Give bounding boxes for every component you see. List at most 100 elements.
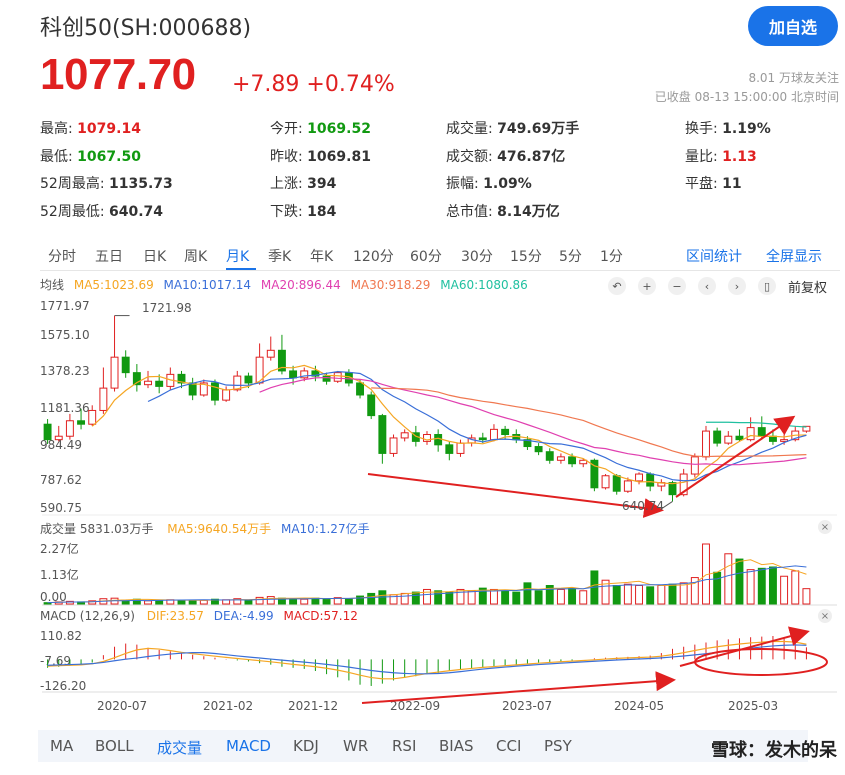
- candle-body: [534, 446, 543, 453]
- candle-body: [768, 435, 777, 442]
- volume-bar: [768, 566, 777, 605]
- candle-body: [623, 480, 632, 492]
- indicator-bar: [38, 730, 808, 762]
- volume-bar: [579, 590, 588, 605]
- candle-body: [489, 428, 498, 441]
- candle-body: [244, 375, 253, 384]
- volume-bar: [623, 583, 632, 605]
- volume-bar: [757, 567, 766, 605]
- volume-bar: [724, 553, 733, 605]
- candle-body: [690, 456, 699, 475]
- candle-body: [434, 434, 443, 446]
- candle-body: [289, 370, 298, 379]
- low-annotation: 640.74: [622, 499, 664, 513]
- candle-body: [556, 456, 565, 461]
- volume-bar: [489, 588, 498, 605]
- volume-bar: [556, 588, 565, 605]
- volume-bar: [791, 570, 800, 605]
- volume-bar: [199, 599, 208, 605]
- candle-body: [77, 420, 86, 425]
- volume-bar: [266, 596, 275, 605]
- indicator-volume[interactable]: 成交量: [157, 737, 202, 758]
- indicator-psy[interactable]: PSY: [544, 737, 572, 755]
- candle-body: [612, 475, 621, 492]
- candle-body: [724, 435, 733, 444]
- candle-body: [635, 473, 643, 482]
- volume-bar: [635, 584, 643, 605]
- indicator-kdj[interactable]: KDJ: [293, 737, 319, 755]
- indicator-bias[interactable]: BIAS: [439, 737, 474, 755]
- indicator-rsi[interactable]: RSI: [392, 737, 416, 755]
- volume-bar: [255, 596, 264, 605]
- candle-body: [746, 427, 755, 441]
- volume-bar: [735, 558, 744, 605]
- candle-body: [668, 482, 677, 496]
- candle-body: [389, 437, 398, 454]
- candle-body: [54, 435, 63, 441]
- macd-highlight-circle: [694, 648, 828, 676]
- volume-bar: [244, 599, 253, 605]
- candle-body: [333, 372, 342, 382]
- volume-bar: [802, 588, 811, 605]
- candle-body: [367, 394, 376, 417]
- volume-bar: [646, 586, 655, 605]
- volume-bar: [523, 582, 532, 605]
- candle-body: [545, 451, 554, 461]
- candle-body: [88, 409, 97, 425]
- volume-bar: [668, 583, 677, 605]
- volume-bar: [300, 598, 309, 605]
- candle-body: [188, 382, 197, 396]
- volume-bar: [144, 600, 152, 605]
- xueqiu-watermark: 雪球：发木的呆: [711, 740, 837, 761]
- volume-bar: [434, 590, 443, 605]
- indicator-boll[interactable]: BOLL: [95, 737, 134, 755]
- candle-body: [110, 356, 119, 389]
- candle-body: [400, 432, 409, 439]
- ma60-line: [705, 421, 807, 428]
- candle-body: [222, 389, 231, 401]
- candle-body: [601, 475, 610, 489]
- candle-body: [65, 420, 74, 437]
- candle-body: [501, 428, 510, 436]
- volume-bar: [400, 592, 409, 605]
- volume-bar: [367, 592, 376, 605]
- candle-body: [322, 375, 331, 382]
- volume-bar: [467, 590, 476, 605]
- high-annotation: 1721.98: [142, 301, 192, 315]
- candle-body: [99, 387, 108, 411]
- volume-bar: [746, 569, 755, 605]
- candle-body: [713, 430, 722, 444]
- candle-body: [356, 382, 365, 396]
- candle-body: [378, 415, 387, 454]
- candle-body: [478, 437, 487, 441]
- volume-bar: [512, 591, 521, 605]
- candle-body: [121, 356, 130, 374]
- volume-bar: [679, 582, 688, 605]
- volume-bar: [322, 598, 331, 605]
- volume-bar: [612, 584, 621, 605]
- indicator-wr[interactable]: WR: [343, 737, 368, 755]
- volume-bar: [534, 590, 543, 605]
- volume-bar: [411, 591, 420, 605]
- candle-body: [735, 435, 744, 441]
- volume-bar: [657, 584, 666, 605]
- indicator-ma[interactable]: MA: [50, 737, 73, 755]
- indicator-macd[interactable]: MACD: [226, 737, 271, 755]
- volume-bar: [568, 587, 577, 605]
- kline-chart[interactable]: [0, 0, 845, 775]
- volume-bar: [445, 591, 454, 605]
- candle-body: [266, 349, 275, 358]
- candle-body: [43, 423, 52, 441]
- volume-bar: [344, 598, 353, 605]
- indicator-cci[interactable]: CCI: [496, 737, 521, 755]
- ma5-line: [91, 364, 807, 485]
- candle-body: [646, 473, 655, 487]
- candle-body: [456, 442, 465, 454]
- volume-bar: [501, 590, 510, 605]
- candle-body: [155, 380, 164, 387]
- candle-body: [568, 456, 577, 465]
- volume-bar: [713, 571, 722, 605]
- candle-body: [211, 382, 219, 401]
- candle-body: [445, 444, 454, 454]
- candle-body: [757, 427, 766, 437]
